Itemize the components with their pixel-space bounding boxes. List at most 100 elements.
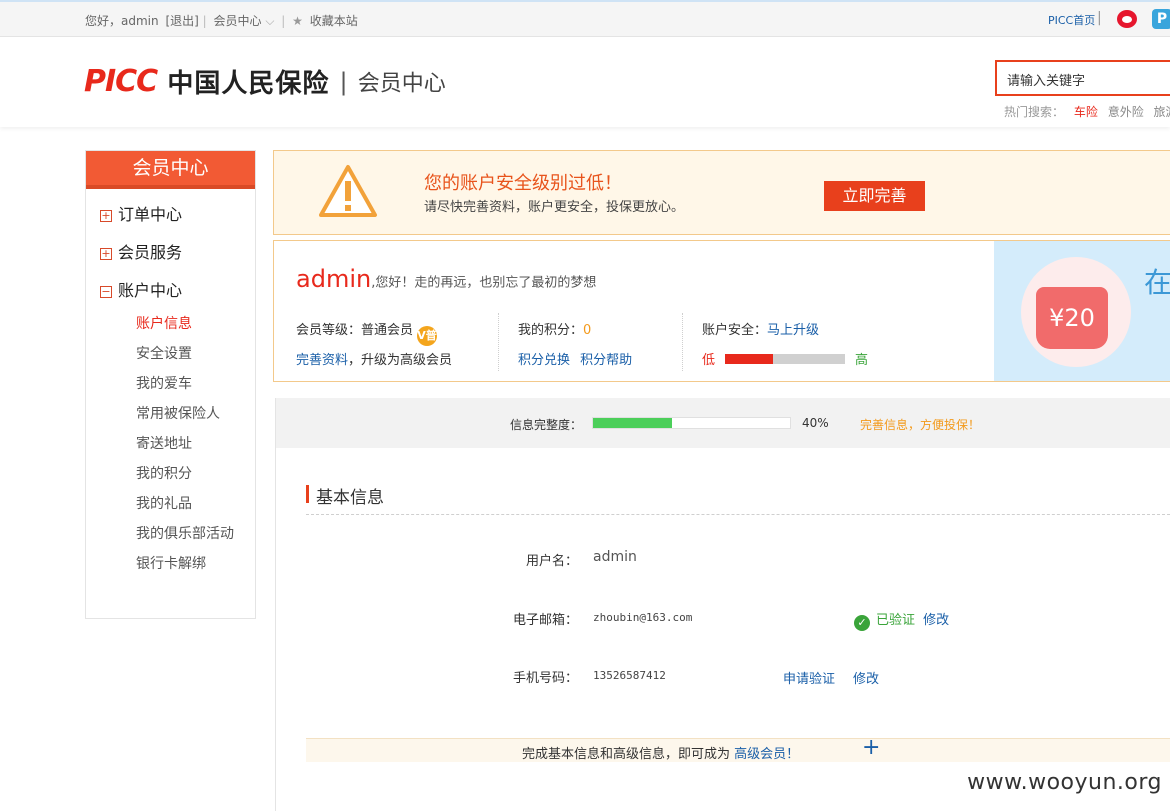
points-label: 我的积分：: [518, 323, 584, 338]
watermark: www.wooyun.org: [930, 765, 1170, 801]
category-label: 订单中心: [118, 205, 183, 224]
sidebar-item-points[interactable]: 我的积分: [136, 463, 192, 483]
logo-picc: PICC: [84, 64, 158, 99]
header: PICC 中国人民保险 | 会员中心 请输入关键字 热门搜索： 车险 意外险 旅…: [0, 37, 1170, 127]
tencent-weibo-icon[interactable]: P: [1152, 9, 1170, 29]
sidebar-item-account-info[interactable]: 账户信息: [136, 313, 192, 333]
sidebar-item-bank-card[interactable]: 银行卡解绑: [136, 553, 206, 573]
divider: [498, 313, 499, 371]
upgrade-hint-text: 完成基本信息和高级信息，即可成为: [522, 747, 731, 762]
points-help-link[interactable]: 积分帮助: [580, 353, 632, 368]
premium-member-link[interactable]: 高级会员！: [734, 747, 799, 762]
completeness-percent: 40%: [802, 416, 829, 430]
chevron-down-icon[interactable]: ⌵: [265, 14, 274, 28]
hot-search: 热门搜索： 车险 意外险 旅游: [1004, 103, 1170, 120]
hot-item[interactable]: 意外险: [1108, 105, 1144, 119]
security-warning-banner: 您的账户安全级别过低！ 请尽快完善资料，账户更安全，投保更放心。 立即完善: [273, 150, 1170, 235]
points-exchange-link[interactable]: 积分兑换: [518, 353, 570, 368]
picc-home-link[interactable]: PICC首页: [1048, 12, 1095, 28]
security-level-fill: [725, 354, 774, 364]
warning-title: 您的账户安全级别过低！: [424, 173, 622, 194]
phone-label: 手机号码：: [512, 671, 578, 686]
logo-cn: 中国人民保险: [167, 69, 330, 99]
email-label: 电子邮箱：: [512, 613, 578, 628]
sidebar: 会员中心 + 订单中心 + 会员服务 − 账户中心 账户信息 安全设置 我的爱车 常用…: [85, 150, 256, 619]
warning-desc: 请尽快完善资料，账户更安全，投保更放心。: [424, 200, 685, 215]
points-line: 我的积分：0: [518, 319, 591, 338]
profile-motto: ,您好！走的再远，也别忘了最初的梦想: [371, 275, 597, 291]
member-level: 会员等级：普通会员 V普: [296, 319, 438, 346]
sidebar-item-club[interactable]: 我的俱乐部活动: [136, 523, 234, 543]
security-label: 账户安全：: [702, 323, 768, 338]
hot-item[interactable]: 车险: [1074, 105, 1098, 119]
security-block: 账户安全：马上升级 低 高: [702, 311, 942, 371]
member-center-link[interactable]: 会员中心: [214, 14, 262, 28]
email-edit-link[interactable]: 修改: [923, 613, 949, 628]
expand-plus-icon[interactable]: +: [100, 210, 112, 222]
divider: |: [339, 67, 348, 96]
phone-value: 13526587412: [593, 669, 666, 682]
points-links: 积分兑换 积分帮助: [518, 349, 632, 368]
category-label: 账户中心: [118, 281, 183, 300]
expand-plus-icon[interactable]: +: [100, 248, 112, 260]
divider: |: [202, 14, 207, 28]
upgrade-text: ，升级为高级会员: [348, 353, 453, 368]
complete-now-button[interactable]: 立即完善: [824, 181, 925, 211]
category-label: 会员服务: [118, 243, 183, 262]
star-icon: ★: [292, 14, 303, 28]
email-status: ✓ 已验证 修改: [854, 609, 949, 631]
points-block: 我的积分：0 积分兑换 积分帮助: [518, 311, 678, 371]
divider: [682, 313, 683, 371]
logout-link[interactable]: [退出]: [165, 14, 198, 28]
member-level-block: 会员等级：普通会员 V普 完善资料，升级为高级会员: [296, 311, 496, 371]
completeness-label: 信息完整度：: [510, 418, 583, 432]
sidebar-item-insured[interactable]: 常用被保险人: [136, 403, 220, 423]
sidebar-item-car[interactable]: 我的爱车: [136, 373, 192, 393]
completeness-progress: [592, 417, 791, 429]
promo-banner[interactable]: ¥20 在: [994, 241, 1170, 381]
sidebar-category-account[interactable]: − 账户中心: [100, 277, 182, 301]
check-circle-icon: ✓: [854, 615, 870, 631]
security-low-label: 低: [702, 353, 716, 368]
logo[interactable]: PICC 中国人民保险 | 会员中心: [84, 63, 446, 99]
completeness-bar-area: 信息完整度： 40% 完善信息，方便投保！: [276, 398, 1170, 448]
warning-icon: [319, 165, 377, 217]
security-line: 账户安全：马上升级: [702, 319, 819, 338]
security-upgrade-link[interactable]: 马上升级: [767, 323, 819, 338]
sidebar-item-gifts[interactable]: 我的礼品: [136, 493, 192, 513]
member-level-label: 会员等级：普通会员: [296, 323, 414, 338]
security-high-label: 高: [855, 353, 869, 368]
email-value: zhoubin@163.com: [593, 611, 693, 624]
phone-verify-link[interactable]: 申请验证: [783, 668, 835, 687]
sidebar-item-address[interactable]: 寄送地址: [136, 433, 192, 453]
divider: [306, 514, 1170, 515]
upgrade-line: 完善资料，升级为高级会员: [296, 349, 452, 368]
promo-text: 在: [1144, 266, 1170, 299]
collapse-minus-icon[interactable]: −: [100, 286, 112, 298]
security-level-bar: [725, 354, 846, 364]
sidebar-category-orders[interactable]: + 订单中心: [100, 201, 182, 225]
profile-username: admin: [296, 265, 372, 293]
divider: |: [281, 14, 286, 28]
section-title: 基本信息: [306, 483, 384, 508]
favorite-link[interactable]: 收藏本站: [310, 14, 358, 28]
hot-item[interactable]: 旅游: [1154, 105, 1170, 119]
hot-search-label: 热门搜索：: [1004, 105, 1065, 119]
complete-profile-link[interactable]: 完善资料: [296, 353, 348, 368]
search-input[interactable]: 请输入关键字: [995, 60, 1170, 96]
phone-edit-link[interactable]: 修改: [853, 668, 879, 687]
sidebar-category-services[interactable]: + 会员服务: [100, 239, 182, 263]
upgrade-hint-bar: 完成基本信息和高级信息，即可成为 高级会员！ +: [306, 736, 1170, 762]
vip-badge-icon: V普: [417, 326, 438, 346]
coupon-bag-icon: ¥20: [1036, 287, 1108, 349]
top-left-links: 您好，admin [退出] | 会员中心 ⌵ | ★ 收藏本站: [85, 12, 358, 29]
plus-icon[interactable]: +: [862, 736, 880, 760]
email-verified-text: 已验证: [876, 613, 916, 628]
sidebar-item-security[interactable]: 安全设置: [136, 343, 192, 363]
weibo-icon[interactable]: [1117, 10, 1137, 28]
completeness-progress-fill: [593, 418, 672, 428]
completeness-tip-link[interactable]: 完善信息，方便投保！: [860, 416, 980, 433]
points-value: 0: [583, 323, 592, 338]
divider: |: [1097, 10, 1102, 26]
username-label: 用户名：: [525, 554, 578, 569]
